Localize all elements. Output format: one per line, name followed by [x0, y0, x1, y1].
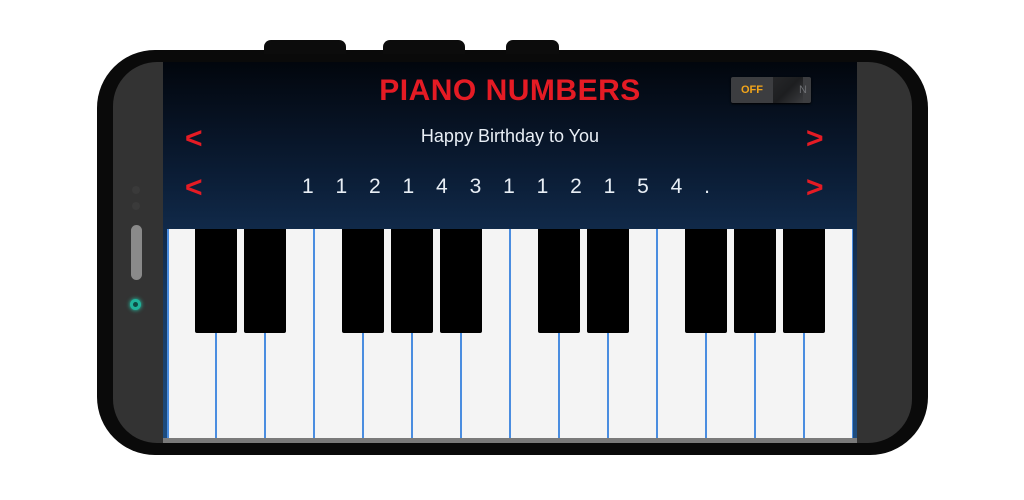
black-key[interactable]	[342, 229, 384, 333]
black-key[interactable]	[440, 229, 482, 333]
toggle-on-label: N	[799, 84, 807, 96]
note-numbers: 1 1 2 1 4 3 1 1 2 1 5 4 .	[302, 175, 718, 198]
song-title: Happy Birthday to You	[420, 126, 600, 146]
black-key[interactable]	[587, 229, 629, 333]
toggle-off-label: OFF	[741, 84, 763, 96]
black-key[interactable]	[783, 229, 825, 333]
next-song-button[interactable]: >	[806, 124, 824, 154]
black-key[interactable]	[391, 229, 433, 333]
black-key[interactable]	[195, 229, 237, 333]
speaker-grille	[131, 225, 142, 280]
phone-side-button	[506, 40, 559, 54]
keyboard-base	[163, 438, 857, 443]
sensor-dot	[132, 186, 140, 194]
next-notes-button[interactable]: >	[806, 173, 824, 203]
phone-side-button	[264, 40, 346, 54]
app-screen: PIANO NUMBERS OFF N < Happy Birthday to …	[163, 62, 857, 443]
camera-icon	[130, 299, 141, 310]
black-key[interactable]	[244, 229, 286, 333]
black-key[interactable]	[734, 229, 776, 333]
black-key[interactable]	[685, 229, 727, 333]
phone-side-button	[383, 40, 465, 54]
black-key[interactable]	[538, 229, 580, 333]
piano-keyboard	[167, 229, 853, 438]
sensor-dot	[132, 202, 140, 210]
sound-toggle[interactable]: OFF N	[731, 77, 811, 103]
